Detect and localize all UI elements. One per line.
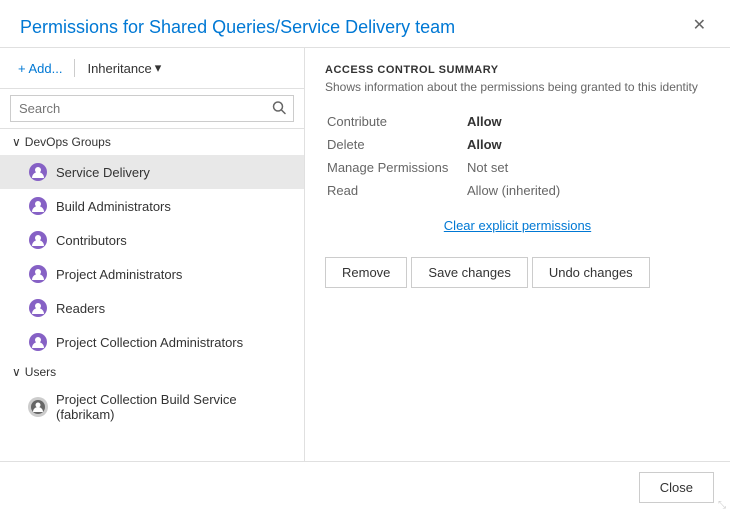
list-item[interactable]: Project Collection Administrators [0,325,304,359]
list-item[interactable]: Project Administrators [0,257,304,291]
perm-value: Allow [465,110,710,133]
group-avatar-icon [28,162,48,182]
toolbar: + Add... Inheritance ▾ [0,48,304,89]
list-item-label: Service Delivery [56,165,150,180]
group-avatar-icon [28,196,48,216]
inheritance-label: Inheritance [87,61,151,76]
search-icon[interactable] [270,98,288,119]
perm-label: Contribute [325,110,465,133]
users-label: Users [25,365,56,379]
close-footer-button[interactable]: Close [639,472,714,503]
spacer [325,288,710,445]
group-list: ∨ DevOps Groups Service Delivery [0,129,304,461]
users-header[interactable]: ∨ Users [0,359,304,385]
remove-button[interactable]: Remove [325,257,407,288]
dialog-body: + Add... Inheritance ▾ ∨ [0,47,730,461]
dialog-footer: Close ⤡ [0,461,730,513]
group-avatar-icon [28,298,48,318]
permission-row: Manage Permissions Not set [325,156,710,179]
right-panel: ACCESS CONTROL SUMMARY Shows information… [305,48,730,461]
perm-label: Delete [325,133,465,156]
permission-row: Read Allow (inherited) [325,179,710,202]
save-changes-button[interactable]: Save changes [411,257,527,288]
perm-label: Manage Permissions [325,156,465,179]
list-item[interactable]: Service Delivery [0,155,304,189]
list-item-label: Contributors [56,233,127,248]
list-item[interactable]: Build Administrators [0,189,304,223]
user-avatar-icon [28,397,48,417]
chevron-down-icon: ▾ [155,60,162,76]
dialog-header: Permissions for Shared Queries/Service D… [0,0,730,47]
list-item-label: Readers [56,301,105,316]
perm-value: Not set [465,156,710,179]
inheritance-button[interactable]: Inheritance ▾ [81,56,167,80]
toolbar-divider [74,59,75,77]
perm-value: Allow (inherited) [465,179,710,202]
devops-groups-label: DevOps Groups [25,135,111,149]
devops-groups-header[interactable]: ∨ DevOps Groups [0,129,304,155]
acs-title: ACCESS CONTROL SUMMARY [325,64,710,76]
add-button[interactable]: + Add... [12,57,68,80]
collapse-icon: ∨ [12,135,21,149]
list-item[interactable]: Readers [0,291,304,325]
group-avatar-icon [28,230,48,250]
list-item-label: Project Collection Administrators [56,335,243,350]
list-item-label: Build Administrators [56,199,171,214]
group-avatar-icon [28,332,48,352]
undo-changes-button[interactable]: Undo changes [532,257,650,288]
left-panel: + Add... Inheritance ▾ ∨ [0,48,305,461]
perm-value: Allow [465,133,710,156]
list-item[interactable]: Contributors [0,223,304,257]
permissions-dialog: Permissions for Shared Queries/Service D… [0,0,730,513]
group-avatar-icon [28,264,48,284]
permission-row: Delete Allow [325,133,710,156]
collapse-users-icon: ∨ [12,365,21,379]
resize-handle-icon: ⤡ [718,500,726,511]
dialog-title: Permissions for Shared Queries/Service D… [20,16,455,39]
perm-label: Read [325,179,465,202]
action-buttons: Remove Save changes Undo changes [325,257,710,288]
list-item[interactable]: Project Collection Build Service (fabrik… [0,385,304,429]
search-box [0,89,304,129]
list-item-label: Project Administrators [56,267,182,282]
clear-explicit-permissions-link[interactable]: Clear explicit permissions [325,218,710,233]
permissions-table: Contribute Allow Delete Allow Manage Per… [325,110,710,202]
acs-subtitle: Shows information about the permissions … [325,80,710,94]
user-item-label: Project Collection Build Service (fabrik… [56,392,292,422]
permission-row: Contribute Allow [325,110,710,133]
close-x-button[interactable]: ✕ [689,16,710,36]
search-input[interactable] [10,95,294,122]
